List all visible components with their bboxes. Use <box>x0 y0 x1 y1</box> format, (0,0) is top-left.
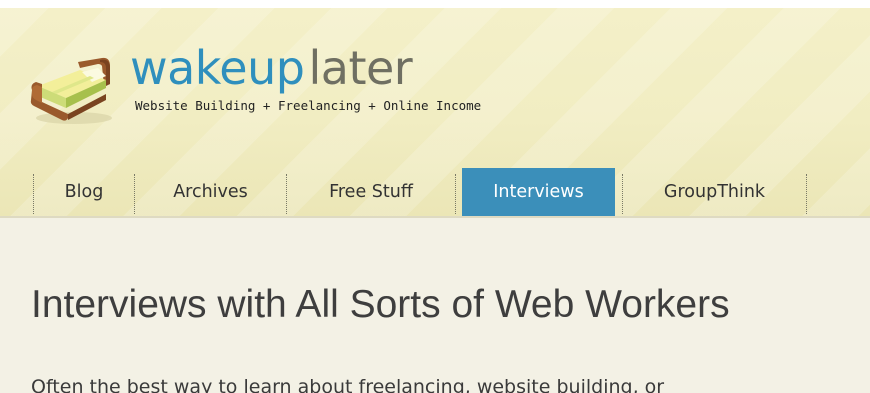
nav-item-archives[interactable]: Archives <box>135 168 286 216</box>
site-logo-text[interactable]: wakeuplater <box>130 40 413 96</box>
site-tagline: Website Building + Freelancing + Online … <box>135 98 482 113</box>
bed-icon[interactable] <box>28 56 116 126</box>
main-nav: Blog Archives Free Stuff Interviews Grou… <box>0 168 870 216</box>
intro-paragraph: Often the best way to learn about freela… <box>31 376 665 393</box>
header-top-strip <box>0 0 870 8</box>
brand-name-part-2: later <box>308 41 413 95</box>
nav-item-groupthink[interactable]: GroupThink <box>623 168 806 216</box>
brand-name-part-1: wakeup <box>130 41 305 95</box>
page-title: Interviews with All Sorts of Web Workers <box>31 283 730 326</box>
site-header: wakeuplater Website Building + Freelanci… <box>0 0 870 218</box>
nav-separator <box>455 174 456 214</box>
nav-separator <box>806 174 807 214</box>
nav-item-interviews[interactable]: Interviews <box>462 168 615 216</box>
nav-item-free-stuff[interactable]: Free Stuff <box>287 168 455 216</box>
page: wakeuplater Website Building + Freelanci… <box>0 0 870 393</box>
nav-item-blog[interactable]: Blog <box>34 168 134 216</box>
